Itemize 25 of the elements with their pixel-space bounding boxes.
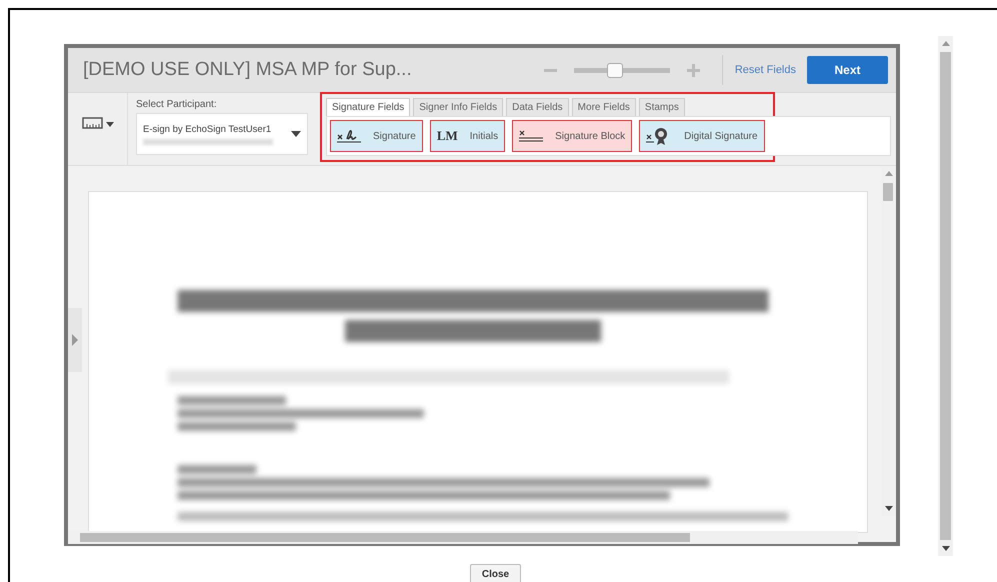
caret-icon	[291, 131, 301, 137]
field-tab[interactable]: More Fields	[572, 98, 636, 116]
signature-line-icon	[519, 129, 544, 143]
signature-icon	[337, 129, 361, 143]
field-tab[interactable]: Stamps	[638, 98, 685, 116]
field-button[interactable]: LM Initials	[430, 120, 506, 152]
scrollbar[interactable]	[68, 531, 858, 544]
zoom-in-icon[interactable]	[686, 64, 700, 76]
participant-label: Select Participant:	[136, 99, 218, 110]
dialog-title: [DEMO USE ONLY] MSA MP for Sup...	[83, 59, 413, 81]
zoom-out-icon[interactable]	[544, 68, 557, 72]
field-tab[interactable]: Signer Info Fields	[413, 98, 504, 116]
field-tab[interactable]: Data Fields	[506, 98, 569, 116]
close-button[interactable]: Close	[470, 564, 522, 582]
field-button[interactable]: Signature Block	[512, 120, 632, 152]
reset-fields-link[interactable]: Reset Fields	[734, 64, 796, 76]
field-tab[interactable]: Signature Fields	[326, 98, 410, 116]
participant-dropdown[interactable]: E-sign by EchoSign TestUser1	[136, 113, 308, 155]
field-button[interactable]: Signature	[330, 120, 423, 152]
ruler-dropdown-icon[interactable]	[82, 116, 114, 130]
next-button[interactable]: Next	[807, 56, 888, 84]
scrollbar[interactable]	[938, 36, 953, 556]
field-button[interactable]: Digital Signature	[639, 120, 765, 152]
initials-icon: LM	[436, 128, 458, 144]
side-panel-handle[interactable]	[68, 308, 82, 372]
